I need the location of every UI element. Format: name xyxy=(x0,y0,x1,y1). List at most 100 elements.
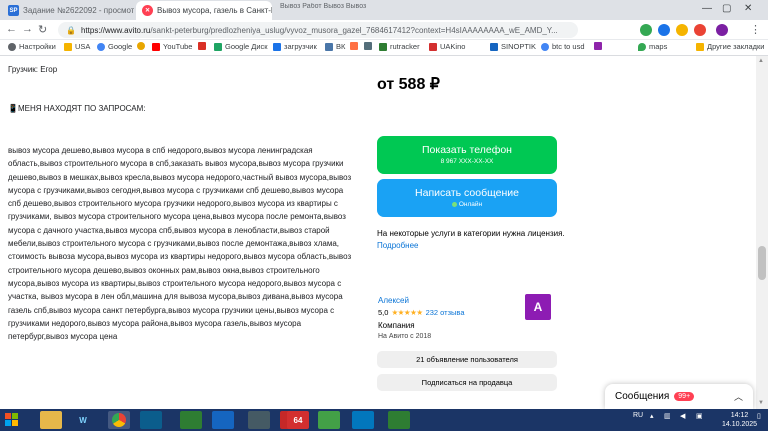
reload-icon[interactable]: ↻ xyxy=(38,23,47,36)
drive-icon xyxy=(214,42,222,51)
bookmark-google[interactable]: Google xyxy=(97,42,132,51)
seller-type: Компания xyxy=(378,321,415,330)
scroll-down-icon[interactable]: ▼ xyxy=(758,400,764,406)
taskbar-app-icon[interactable] xyxy=(180,411,202,429)
reviews-link[interactable]: 232 отзыва xyxy=(426,308,465,317)
price: от 588 ₽ xyxy=(377,76,440,93)
lock-icon: 🔒 xyxy=(66,25,76,35)
messages-badge: 99+ xyxy=(674,392,695,401)
folder-icon xyxy=(64,42,72,51)
chevron-up-icon[interactable]: ︿ xyxy=(734,390,743,403)
listing-description: вывоз мусора дешево,вывоз мусора в спб н… xyxy=(8,146,352,342)
taskbar-app-icon[interactable] xyxy=(212,411,234,429)
system-clock[interactable]: 14:12 14.10.2025 xyxy=(722,411,757,429)
bookmark-vk[interactable]: ВК xyxy=(325,42,345,51)
bookmark-unnamed[interactable] xyxy=(594,42,605,50)
avatar[interactable]: А xyxy=(525,294,551,320)
folder-icon xyxy=(696,42,704,51)
scroll-thumb[interactable] xyxy=(758,246,766,280)
notifications-icon[interactable]: ▯ xyxy=(757,412,761,420)
taskbar-aida64-icon[interactable]: 64 xyxy=(287,411,309,429)
bookmark-maps[interactable]: maps xyxy=(638,42,667,51)
clock-date: 14.10.2025 xyxy=(722,421,758,428)
bookmark-sinoptik[interactable]: SINOPTIK xyxy=(490,42,536,51)
bookmark-gmail[interactable] xyxy=(198,42,209,50)
bookmark-btc-to-usd[interactable]: btc to usd xyxy=(541,42,585,51)
license-more-link[interactable]: Подробнее xyxy=(377,241,419,250)
taskbar-app-icon[interactable] xyxy=(388,411,410,429)
tab-title: Вывоз мусора, газель в Санкт-Пе xyxy=(157,6,272,15)
show-phone-button[interactable]: Показать телефон 8 967 XXX-XX-XX xyxy=(377,136,557,174)
square-icon xyxy=(594,42,602,50)
scrollbar[interactable] xyxy=(756,56,768,409)
maps-icon xyxy=(638,42,646,51)
bookmark-downloader[interactable]: загрузчик xyxy=(273,42,317,51)
subscribe-seller-button[interactable]: Подписаться на продавца xyxy=(377,374,557,391)
rutracker-icon xyxy=(379,42,387,51)
volume-icon[interactable]: ◀ xyxy=(680,412,685,420)
taskbar-app-icon[interactable] xyxy=(352,411,374,429)
loader-name: Грузчик: Егор xyxy=(8,65,58,74)
messages-label: Сообщения xyxy=(615,391,670,402)
start-button[interactable] xyxy=(2,411,22,429)
square-icon xyxy=(364,42,372,50)
taskbar-app-icon[interactable] xyxy=(248,411,270,429)
bookmark-uakino[interactable]: UAKino xyxy=(429,42,465,51)
scroll-up-icon[interactable]: ▲ xyxy=(758,58,764,64)
tray-app-icon[interactable]: ▣ xyxy=(696,412,703,420)
taskbar-explorer-icon[interactable] xyxy=(40,411,62,429)
phone-mask: 8 967 XXX-XX-XX xyxy=(440,158,494,165)
forward-icon[interactable]: → xyxy=(22,23,33,35)
close-window-icon[interactable]: ✕ xyxy=(744,3,752,14)
bookmark-rutracker[interactable]: rutracker xyxy=(379,42,420,51)
taskbar-app-icon[interactable] xyxy=(140,411,162,429)
browser-tab-bar: SP Задание №2622092 - просмотр з × ✕ Выв… xyxy=(0,0,768,20)
gear-icon xyxy=(8,42,16,51)
rating-value: 5,0 xyxy=(378,308,389,317)
taskbar-app-w-icon[interactable]: W xyxy=(72,411,94,429)
messages-widget[interactable]: Сообщения 99+ ︿ xyxy=(605,384,753,409)
extension-icon[interactable] xyxy=(676,24,688,36)
page-content: Грузчик: Егор 📱МЕНЯ НАХОДЯТ ПО ЗАПРОСАМ:… xyxy=(0,56,768,409)
other-tabs[interactable]: Вывоз Работ Вывоз Вывоз xyxy=(280,3,660,10)
profile-avatar[interactable] xyxy=(716,24,728,36)
bookmarks-bar: Настройки USA Google YouTube Google Диск… xyxy=(0,40,768,56)
minimize-icon[interactable]: — xyxy=(702,3,712,14)
back-icon[interactable]: ← xyxy=(6,23,17,35)
address-bar-row: ← → ↻ 🔒 https://www.avito.ru /sankt-pete… xyxy=(0,20,768,40)
bookmark-youtube[interactable]: YouTube xyxy=(152,42,192,51)
tray-expand-icon[interactable]: ▴ xyxy=(650,412,654,420)
maximize-icon[interactable]: ▢ xyxy=(722,3,731,14)
network-icon[interactable]: ▥ xyxy=(664,412,671,420)
windows-taskbar: W 64 RU ▴ ▥ ◀ ▣ 14:12 14.10.2025 ▯ xyxy=(0,409,768,431)
taskbar-chrome-icon[interactable] xyxy=(108,411,130,429)
clock-time: 14:12 xyxy=(730,412,749,419)
extension-icon[interactable] xyxy=(694,24,706,36)
tab-task[interactable]: SP Задание №2622092 - просмотр з × xyxy=(2,1,134,20)
square-icon xyxy=(350,42,358,50)
write-message-button[interactable]: Написать сообщение Онлайн xyxy=(377,179,557,217)
write-message-label: Написать сообщение xyxy=(415,187,519,199)
sp-logo-icon: SP xyxy=(8,5,19,16)
bookmark-unnamed[interactable] xyxy=(364,42,375,50)
tab-avito-listing[interactable]: ✕ Вывоз мусора, газель в Санкт-Пе × xyxy=(136,1,272,20)
user-listings-button[interactable]: 21 объявление пользователя xyxy=(377,351,557,368)
dot-icon xyxy=(137,42,145,50)
taskbar-app-icon[interactable] xyxy=(318,411,340,429)
bookmark-google-drive[interactable]: Google Диск xyxy=(214,42,268,51)
show-phone-label: Показать телефон xyxy=(422,144,512,156)
extension-icon[interactable] xyxy=(640,24,652,36)
language-indicator[interactable]: RU xyxy=(633,412,643,419)
bookmark-unnamed[interactable] xyxy=(137,42,148,50)
bookmark-settings[interactable]: Настройки xyxy=(8,42,56,51)
bookmark-other-folder[interactable]: Другие закладки xyxy=(696,42,764,51)
online-dot-icon xyxy=(451,201,457,207)
menu-kebab-icon[interactable]: ⋮ xyxy=(750,23,761,36)
url-input[interactable]: 🔒 https://www.avito.ru /sankt-peterburg/… xyxy=(58,22,578,38)
bookmark-unnamed[interactable] xyxy=(350,42,361,50)
bookmark-usa[interactable]: USA xyxy=(64,42,90,51)
sinoptik-icon xyxy=(490,42,498,51)
seller-name-link[interactable]: Алексей xyxy=(378,296,409,305)
google-icon xyxy=(541,42,549,51)
extension-icon[interactable] xyxy=(658,24,670,36)
